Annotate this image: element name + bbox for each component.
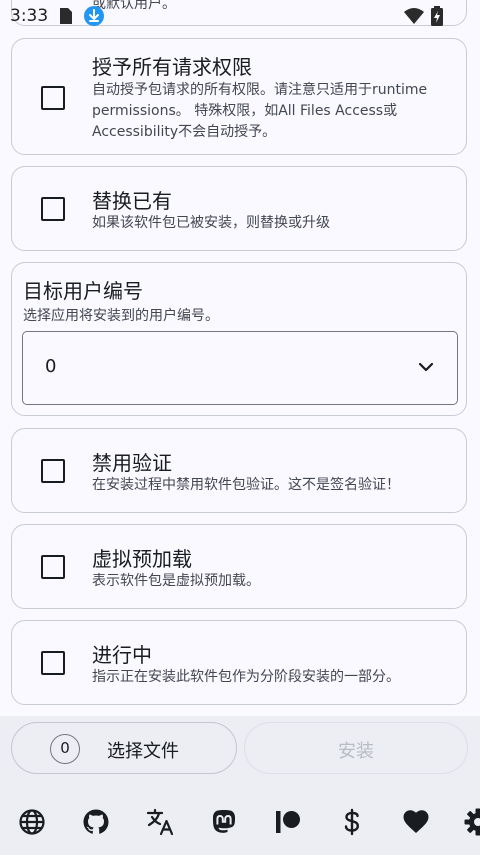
- wifi-icon: [404, 8, 424, 24]
- app-screen: 或默认用户。 3:33 授予所有请求权限 自动授予包请求的所有权限。请注意只适用…: [0, 0, 480, 855]
- option-disable-verification[interactable]: 禁用验证 在安装过程中禁用软件包验证。这不是签名验证！: [11, 428, 467, 513]
- sim-card-icon: [60, 8, 72, 24]
- chevron-down-icon: [418, 362, 434, 372]
- option-description: 表示软件包是虚拟预加载。: [92, 573, 260, 589]
- select-file-label: 选择文件: [107, 741, 179, 762]
- bottom-nav: [0, 786, 480, 855]
- option-virtual-preload[interactable]: 虚拟预加载 表示软件包是虚拟预加载。: [11, 524, 467, 609]
- replace-existing-checkbox[interactable]: [41, 197, 65, 221]
- status-bar: 3:33: [0, 0, 480, 32]
- option-description: 自动授予包请求的所有权限。请注意只适用于runtime permissions。…: [92, 82, 428, 140]
- disable-verification-checkbox[interactable]: [41, 459, 65, 483]
- install-label: 安装: [338, 741, 374, 762]
- option-title: 授予所有请求权限: [92, 55, 252, 79]
- select-file-button[interactable]: 0 选择文件: [11, 722, 237, 774]
- action-bar: 0 选择文件 安装: [0, 716, 480, 786]
- staged-install-checkbox[interactable]: [41, 651, 65, 675]
- battery-icon: [431, 6, 443, 26]
- settings-icon[interactable]: [464, 808, 480, 836]
- virtual-preload-checkbox[interactable]: [41, 555, 65, 579]
- option-description: 如果该软件包已被安装，则替换或升级: [92, 215, 330, 231]
- target-user-dropdown[interactable]: 0: [22, 331, 458, 405]
- target-user-card: 目标用户编号 选择应用将安装到的用户编号。 0: [11, 262, 467, 416]
- grant-permissions-checkbox[interactable]: [41, 86, 65, 110]
- option-description: 指示正在安装此软件包作为分阶段安装的一部分。: [92, 669, 400, 685]
- github-icon[interactable]: [82, 808, 110, 836]
- mastodon-icon[interactable]: [210, 808, 238, 836]
- option-grant-all-permissions[interactable]: 授予所有请求权限 自动授予包请求的所有权限。请注意只适用于runtime per…: [11, 38, 467, 155]
- dollar-icon[interactable]: [338, 808, 366, 836]
- dropdown-selected-value: 0: [45, 356, 57, 377]
- option-title: 虚拟预加载: [92, 547, 192, 571]
- patreon-icon[interactable]: [274, 808, 302, 836]
- selected-count-badge: 0: [50, 734, 80, 764]
- option-replace-existing[interactable]: 替换已有 如果该软件包已被安装，则替换或升级: [11, 166, 467, 251]
- option-staged-install[interactable]: 进行中 指示正在安装此软件包作为分阶段安装的一部分。: [11, 620, 467, 705]
- install-button[interactable]: 安装: [244, 722, 468, 774]
- status-time: 3:33: [10, 6, 49, 26]
- option-description: 在安装过程中禁用软件包验证。这不是签名验证！: [92, 477, 400, 493]
- heart-icon[interactable]: [402, 808, 430, 836]
- option-title: 替换已有: [92, 189, 172, 213]
- download-icon: [84, 6, 104, 26]
- option-title: 进行中: [92, 643, 152, 667]
- target-user-description: 选择应用将安装到的用户编号。: [23, 308, 219, 324]
- translate-icon[interactable]: [146, 808, 174, 836]
- globe-icon[interactable]: [18, 808, 46, 836]
- target-user-title: 目标用户编号: [23, 279, 143, 303]
- option-title: 禁用验证: [92, 451, 172, 475]
